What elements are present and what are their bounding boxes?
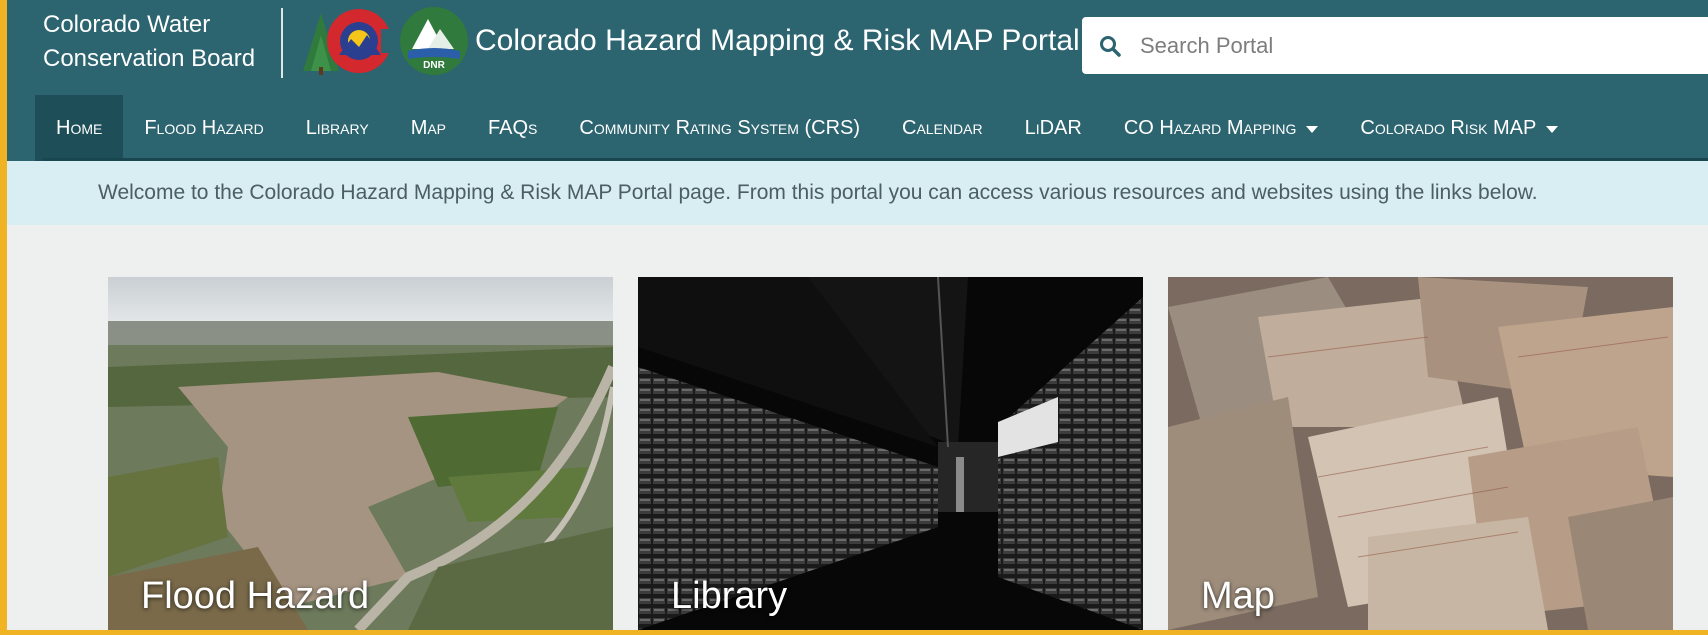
frame-border-left (0, 0, 7, 635)
org-name-link[interactable]: Colorado Water Conservation Board (43, 8, 255, 76)
nav-crs-label: Community Rating System (CRS) (579, 116, 861, 139)
nav-flood-hazard-label: Flood Hazard (144, 116, 264, 139)
nav-co-hazard-mapping-dropdown[interactable]: CO Hazard Mapping (1103, 95, 1340, 161)
org-name-line1: Colorado Water (43, 11, 211, 38)
nav-lidar[interactable]: LiDAR (1004, 95, 1103, 161)
nav-home[interactable]: Home (35, 95, 124, 161)
welcome-text: Welcome to the Colorado Hazard Mapping &… (98, 181, 1538, 204)
portal-title[interactable]: Colorado Hazard Mapping & Risk MAP Porta… (475, 24, 1080, 58)
search-input[interactable] (1140, 17, 1700, 74)
nav-faqs-label: FAQs (488, 116, 538, 139)
header-divider (281, 8, 283, 78)
caret-down-icon (1306, 125, 1319, 133)
org-name-line2: Conservation Board (43, 45, 256, 72)
caret-down-icon (1546, 125, 1559, 133)
nav-lidar-label: LiDAR (1024, 116, 1082, 139)
nav-colorado-risk-map-label: Colorado Risk MAP (1360, 116, 1537, 139)
card-map-label: Map (1201, 575, 1275, 617)
main-nav: Home Flood Hazard Library Map FAQs Commu… (7, 95, 1708, 161)
nav-map-label: Map (410, 116, 447, 139)
card-flood-hazard[interactable]: Flood Hazard (108, 277, 613, 630)
site-header: Colorado Water Conservation Board DNR Co… (7, 0, 1708, 95)
nav-calendar-label: Calendar (902, 116, 983, 139)
colorado-logo-icon (303, 9, 401, 75)
card-flood-hazard-label: Flood Hazard (141, 575, 370, 617)
frame-border-bottom (0, 630, 1708, 635)
welcome-banner: Welcome to the Colorado Hazard Mapping &… (7, 161, 1708, 225)
card-map[interactable]: Map (1168, 277, 1673, 630)
nav-home-label: Home (56, 116, 103, 139)
search-box (1082, 17, 1708, 74)
nav-crs[interactable]: Community Rating System (CRS) (558, 95, 881, 161)
card-library[interactable]: Library (638, 277, 1143, 630)
nav-colorado-risk-map-dropdown[interactable]: Colorado Risk MAP (1339, 95, 1579, 161)
nav-flood-hazard[interactable]: Flood Hazard (123, 95, 284, 161)
dnr-logo-icon: DNR (398, 5, 470, 77)
nav-library[interactable]: Library (285, 95, 390, 161)
card-library-label: Library (671, 575, 788, 617)
nav-co-hazard-mapping-label: CO Hazard Mapping (1123, 116, 1297, 139)
nav-library-label: Library (305, 116, 369, 139)
search-icon[interactable] (1098, 34, 1122, 58)
dnr-logo-text: DNR (423, 60, 445, 71)
nav-map[interactable]: Map (390, 95, 467, 161)
nav-faqs[interactable]: FAQs (467, 95, 558, 161)
nav-calendar[interactable]: Calendar (881, 95, 1004, 161)
